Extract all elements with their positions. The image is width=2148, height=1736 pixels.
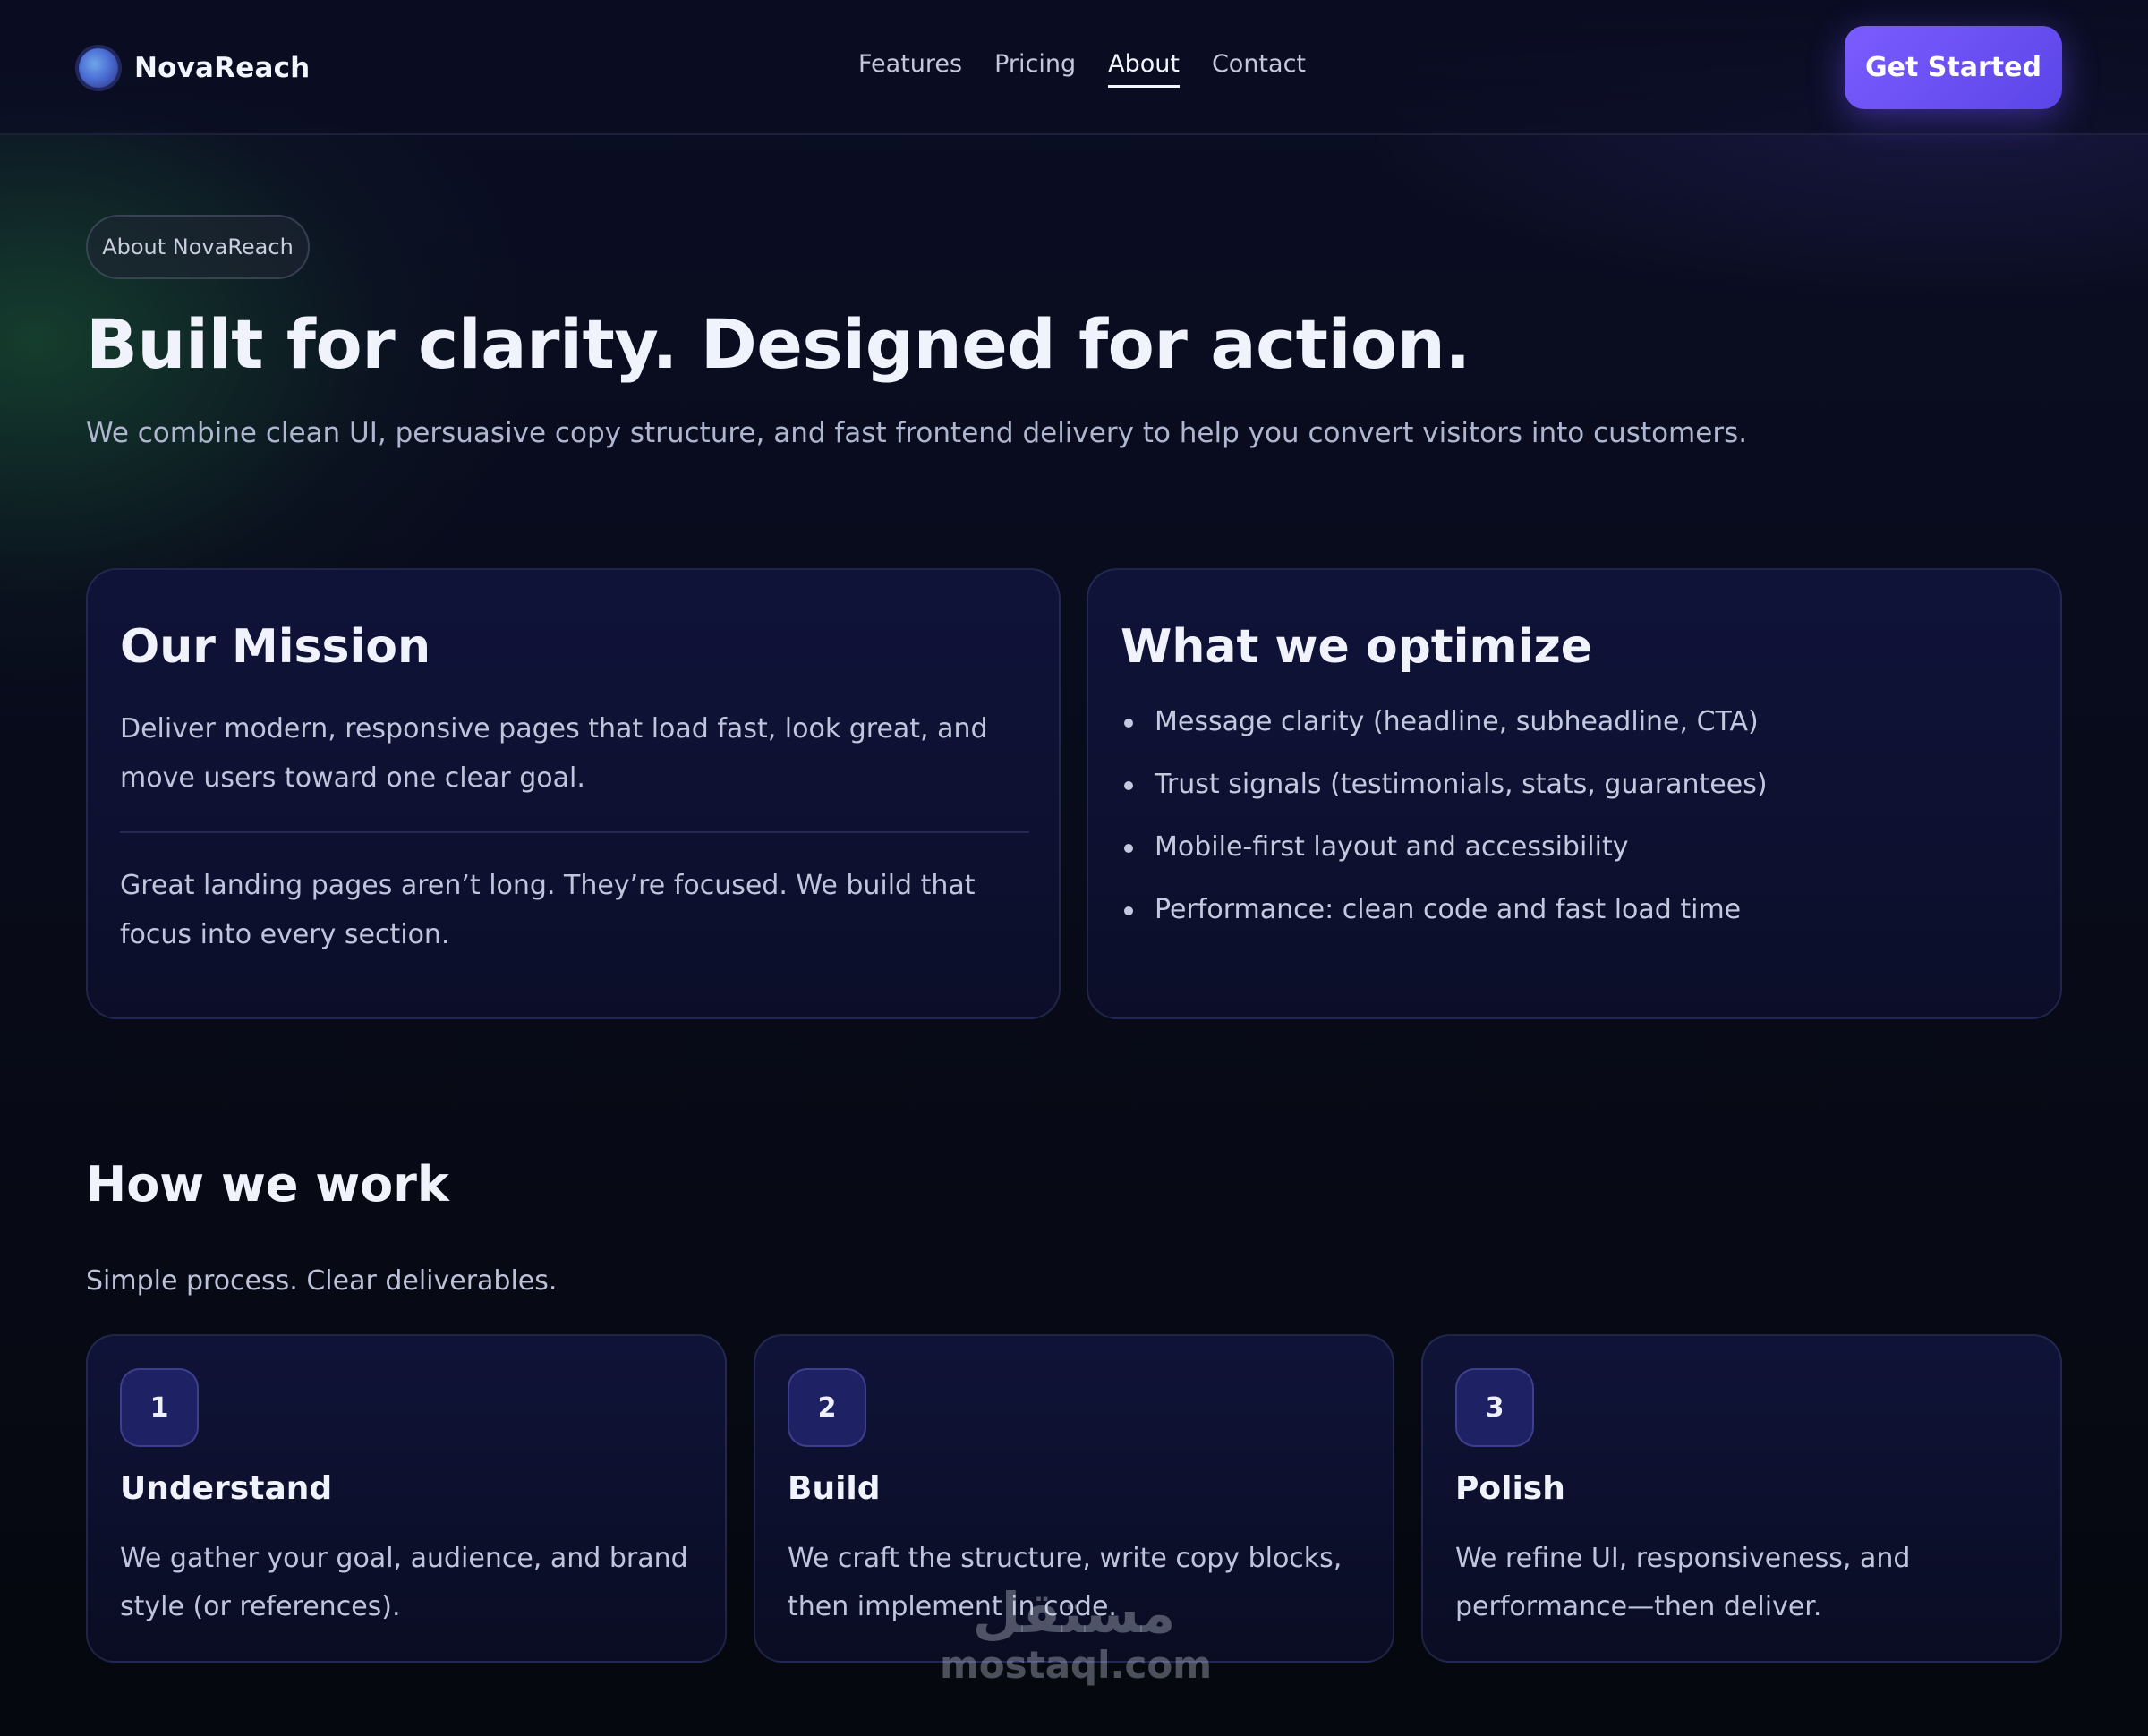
nav-link-about[interactable]: About bbox=[1108, 50, 1180, 88]
nav-link-pricing[interactable]: Pricing bbox=[994, 50, 1076, 88]
bullet-icon bbox=[1124, 781, 1133, 790]
nav-links: Features Pricing About Contact bbox=[858, 50, 1338, 88]
optimize-item-label: Trust signals (testimonials, stats, guar… bbox=[1155, 769, 1768, 800]
step-title: Polish bbox=[1455, 1470, 1565, 1507]
page: NovaReach Features Pricing About Contact… bbox=[0, 0, 2148, 1736]
optimize-item: Trust signals (testimonials, stats, guar… bbox=[1122, 767, 1768, 830]
step-number-badge: 3 bbox=[1455, 1368, 1534, 1447]
brand[interactable]: NovaReach bbox=[79, 47, 310, 89]
optimize-item: Mobile-first layout and accessibility bbox=[1122, 830, 1768, 892]
brand-name: NovaReach bbox=[134, 52, 311, 84]
bullet-icon bbox=[1124, 844, 1133, 853]
hero-subtitle: We combine clean UI, persuasive copy str… bbox=[86, 417, 1748, 449]
bullet-icon bbox=[1124, 906, 1133, 915]
process-title: How we work bbox=[86, 1156, 449, 1213]
step-card-polish: 3 Polish We refine UI, responsiveness, a… bbox=[1421, 1334, 2062, 1663]
watermark-latin: mostaql.com bbox=[940, 1643, 1212, 1687]
step-card-understand: 1 Understand We gather your goal, audien… bbox=[86, 1334, 727, 1663]
nav-link-features[interactable]: Features bbox=[858, 50, 962, 88]
orb-logo-icon bbox=[79, 48, 118, 88]
get-started-button[interactable]: Get Started bbox=[1845, 26, 2062, 109]
optimize-item-label: Message clarity (headline, subheadline, … bbox=[1155, 706, 1759, 737]
step-title: Build bbox=[788, 1470, 881, 1507]
mission-paragraph-1: Deliver modern, responsive pages that lo… bbox=[120, 713, 988, 794]
mission-card: Our Mission Deliver modern, responsive p… bbox=[86, 568, 1061, 1019]
step-number-badge: 2 bbox=[788, 1368, 866, 1447]
about-pill-badge: About NovaReach bbox=[86, 215, 310, 279]
bullet-icon bbox=[1124, 719, 1133, 728]
mostaql-watermark: مستقل mostaql.com bbox=[940, 1580, 1212, 1688]
optimize-item-label: Performance: clean code and fast load ti… bbox=[1155, 894, 1742, 925]
optimize-item-label: Mobile-first layout and accessibility bbox=[1155, 831, 1629, 863]
optimize-item: Performance: clean code and fast load ti… bbox=[1122, 892, 1768, 955]
step-title: Understand bbox=[120, 1470, 333, 1507]
watermark-arabic: مستقل bbox=[972, 1580, 1176, 1646]
optimize-title: What we optimize bbox=[1121, 620, 1593, 674]
optimize-item: Message clarity (headline, subheadline, … bbox=[1122, 704, 1768, 767]
optimize-card: What we optimize Message clarity (headli… bbox=[1087, 568, 2062, 1019]
mission-title: Our Mission bbox=[120, 620, 431, 674]
step-description: We refine UI, responsiveness, and perfor… bbox=[1455, 1543, 1911, 1622]
step-description: We gather your goal, audience, and brand… bbox=[120, 1543, 688, 1622]
mission-paragraph-2: Great landing pages aren’t long. They’re… bbox=[120, 870, 976, 950]
optimize-list: Message clarity (headline, subheadline, … bbox=[1122, 704, 1768, 955]
step-number-badge: 1 bbox=[120, 1368, 199, 1447]
nav-link-contact[interactable]: Contact bbox=[1212, 50, 1306, 88]
process-subtitle: Simple process. Clear deliverables. bbox=[86, 1265, 558, 1297]
hero-title: Built for clarity. Designed for action. bbox=[86, 304, 1470, 384]
mission-divider bbox=[120, 831, 1029, 833]
top-navbar: NovaReach Features Pricing About Contact… bbox=[0, 0, 2148, 135]
